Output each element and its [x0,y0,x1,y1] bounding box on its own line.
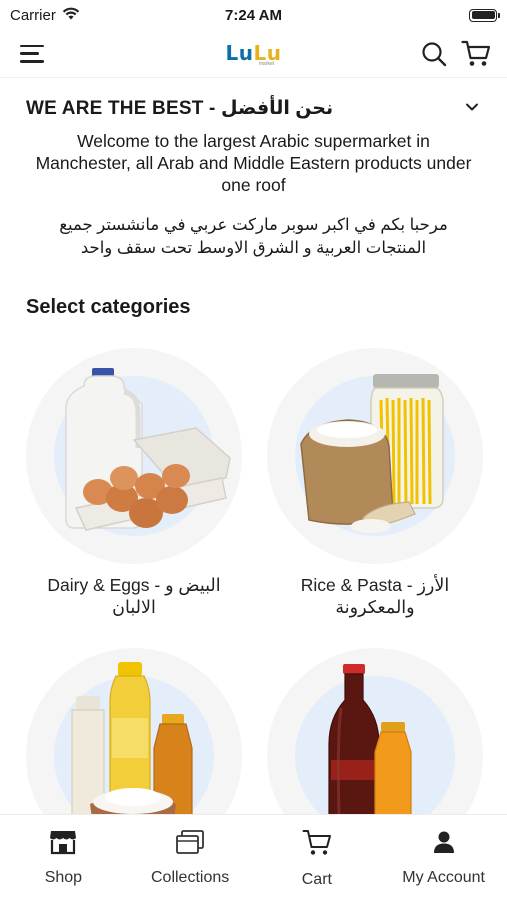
status-left: Carrier [10,6,80,24]
rice-pasta-image [267,348,483,564]
welcome-text-arabic: مرحبا بكم في اكبر سوبر ماركت عربي في مان… [59,216,448,257]
cart-icon [302,829,332,862]
account-icon [431,829,457,860]
tab-shop[interactable]: Shop [0,815,127,900]
welcome-section: WE ARE THE BEST - نحن الأفضل Welcome to … [0,92,507,260]
tab-label-shop: Shop [44,869,83,886]
tab-cart[interactable]: Cart [254,815,381,900]
tab-label-collections: Collections [150,869,230,886]
carrier-label: Carrier [10,6,56,24]
tab-label-my-account: My Account [402,869,485,886]
tab-label-cart: Cart [301,871,332,888]
welcome-text-english: Welcome to the largest Arabic supermarke… [35,131,472,195]
dairy-eggs-image [26,348,242,564]
logo-text-right: Lu [253,40,282,65]
menu-icon[interactable] [20,44,44,63]
status-bar: Carrier 7:24 AM [0,0,507,30]
bottom-tab-bar: Shop Collections Cart My Account [0,814,507,900]
chevron-down-icon[interactable] [465,99,479,117]
category-label-dairy-eggs: Dairy & Eggs - البيض و الالبان [47,575,221,617]
category-label-rice-pasta: Rice & Pasta - الأرز والمعكرونة [300,575,450,617]
cart-header-icon[interactable] [461,39,491,69]
search-icon[interactable] [419,39,449,69]
category-card-rice-pasta[interactable]: Rice & Pasta - الأرز والمعكرونة [265,348,485,618]
header-actions [419,39,491,69]
welcome-title: WE ARE THE BEST - نحن الأفضل [26,97,334,119]
categories-title: Select categories [26,296,191,318]
tab-collections[interactable]: Collections [127,815,254,900]
shop-icon [49,829,77,860]
tab-my-account[interactable]: My Account [380,815,507,900]
collections-icon [175,829,205,860]
wifi-icon [62,6,80,24]
welcome-accordion-header[interactable]: WE ARE THE BEST - نحن الأفضل [0,92,507,124]
battery-icon [469,8,500,22]
logo-text-left: Lu [225,40,254,65]
app-header: LuLu market [0,30,507,78]
category-card-dairy-eggs[interactable]: Dairy & Eggs - البيض و الالبان [24,348,244,618]
